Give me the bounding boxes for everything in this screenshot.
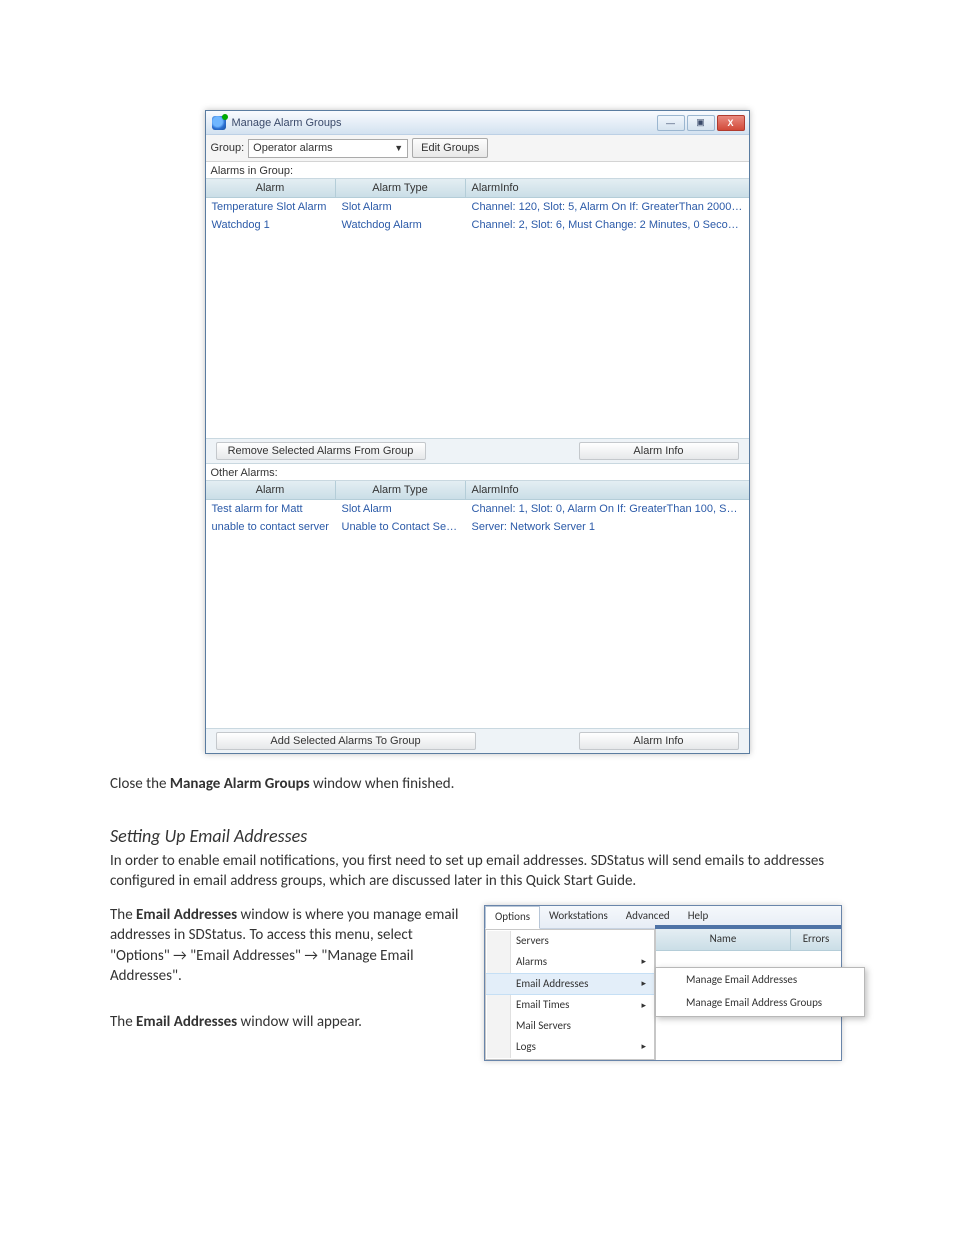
table-row[interactable]: Temperature Slot Alarm Slot Alarm Channe… bbox=[206, 198, 749, 216]
submenu-manage-email-addresses[interactable]: Manage Email Addresses bbox=[656, 969, 864, 992]
table-row[interactable]: Test alarm for Matt Slot Alarm Channel: … bbox=[206, 500, 749, 518]
chevron-right-icon: ▸ bbox=[641, 978, 646, 990]
manage-alarm-groups-window: Manage Alarm Groups — ▣ X Group: Operato… bbox=[205, 110, 750, 754]
remove-selected-button[interactable]: Remove Selected Alarms From Group bbox=[216, 442, 426, 460]
paragraph: The Email Addresses window is where you … bbox=[110, 905, 460, 986]
document-body: Close the Manage Alarm Groups window whe… bbox=[110, 774, 844, 1061]
maximize-button[interactable]: ▣ bbox=[687, 115, 715, 131]
chevron-right-icon: ▸ bbox=[641, 1000, 646, 1012]
group-select[interactable]: Operator alarms ▼ bbox=[248, 139, 408, 158]
col-header-alarm[interactable]: Alarm bbox=[206, 481, 336, 500]
menu-item-workstations[interactable]: Workstations bbox=[540, 906, 617, 928]
menu-item-options[interactable]: Options bbox=[485, 906, 540, 929]
other-alarms-grid: Alarm Alarm Type AlarmInfo Test alarm fo… bbox=[206, 480, 749, 728]
other-alarms-label: Other Alarms: bbox=[206, 464, 749, 480]
alarms-in-group-grid: Alarm Alarm Type AlarmInfo Temperature S… bbox=[206, 178, 749, 438]
menu-item-email-addresses[interactable]: Email Addresses ▸ bbox=[486, 973, 654, 996]
menu-item-alarms[interactable]: Alarms ▸ bbox=[486, 952, 654, 973]
col-header-type[interactable]: Alarm Type bbox=[336, 179, 466, 198]
menu-item-servers[interactable]: Servers bbox=[486, 931, 654, 952]
group-label: Group: bbox=[211, 142, 245, 154]
col-header-type[interactable]: Alarm Type bbox=[336, 481, 466, 500]
options-dropdown: Servers Alarms ▸ Email Addresses ▸ bbox=[485, 929, 655, 1060]
group-toolbar: Group: Operator alarms ▼ Edit Groups bbox=[206, 135, 749, 162]
submenu-manage-groups[interactable]: Manage Email Address Groups bbox=[656, 992, 864, 1015]
alarms-in-group-label: Alarms in Group: bbox=[206, 162, 749, 178]
alarm-info-button-top[interactable]: Alarm Info bbox=[579, 442, 739, 460]
edit-groups-button[interactable]: Edit Groups bbox=[412, 138, 488, 158]
app-icon bbox=[212, 116, 226, 130]
titlebar: Manage Alarm Groups — ▣ X bbox=[206, 111, 749, 135]
section-heading: Setting Up Email Addresses bbox=[110, 824, 844, 848]
alarm-info-button-bottom[interactable]: Alarm Info bbox=[579, 732, 739, 750]
col-header-info[interactable]: AlarmInfo bbox=[466, 179, 749, 198]
col-header-errors[interactable]: Errors bbox=[791, 929, 841, 951]
paragraph: In order to enable email notifications, … bbox=[110, 851, 844, 892]
col-header-alarm[interactable]: Alarm bbox=[206, 179, 336, 198]
chevron-right-icon: ▸ bbox=[641, 956, 646, 968]
group-select-value: Operator alarms bbox=[253, 142, 332, 154]
menu-item-email-times[interactable]: Email Times ▸ bbox=[486, 995, 654, 1016]
menu-item-mail-servers[interactable]: Mail Servers bbox=[486, 1016, 654, 1037]
table-row[interactable]: Watchdog 1 Watchdog Alarm Channel: 2, Sl… bbox=[206, 216, 749, 234]
table-row[interactable]: unable to contact server Unable to Conta… bbox=[206, 518, 749, 536]
chevron-right-icon: ▸ bbox=[641, 1041, 646, 1053]
minimize-button[interactable]: — bbox=[657, 115, 685, 131]
close-button[interactable]: X bbox=[717, 115, 745, 131]
options-menu-window: Options Workstations Advanced Help Serve… bbox=[484, 905, 842, 1061]
add-selected-button[interactable]: Add Selected Alarms To Group bbox=[216, 732, 476, 750]
col-header-info[interactable]: AlarmInfo bbox=[466, 481, 749, 500]
menu-item-logs[interactable]: Logs ▸ bbox=[486, 1037, 654, 1058]
paragraph: The Email Addresses window will appear. bbox=[110, 1012, 460, 1032]
col-header-name[interactable]: Name bbox=[656, 929, 791, 951]
email-addresses-submenu: Manage Email Addresses Manage Email Addr… bbox=[655, 967, 865, 1017]
dropdown-icon: ▼ bbox=[394, 143, 403, 153]
window-title: Manage Alarm Groups bbox=[232, 117, 657, 129]
